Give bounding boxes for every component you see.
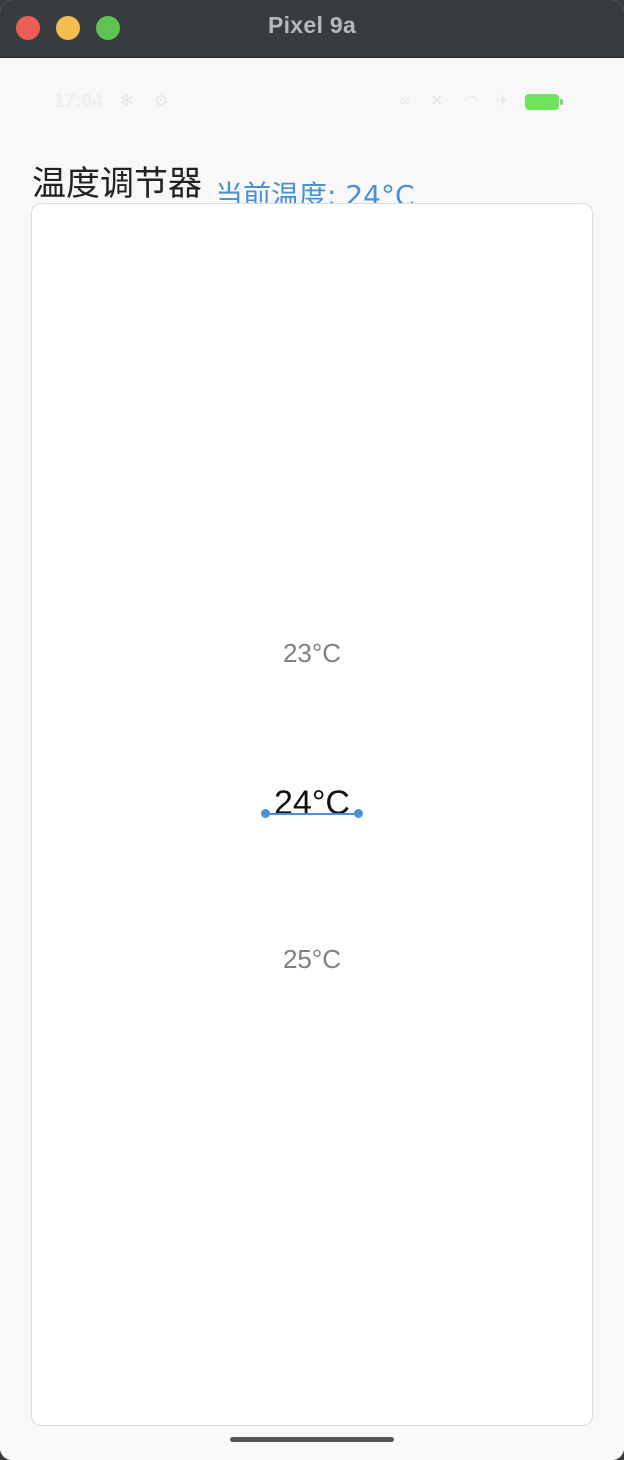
picker-option-23[interactable]: 23°C [32,638,592,669]
selection-handle-left [261,809,270,818]
battery-icon [525,94,563,110]
status-time: 17:04 [54,91,103,112]
selection-handle-right [354,809,363,818]
status-bar: 17:04 ✻ ⚙ ∞ ✕ ◠ ✈ [0,58,624,148]
temperature-picker[interactable]: 23°C 24°C 25°C [31,203,593,1426]
link-icon: ∞ [398,91,412,110]
window-title: Pixel 9a [267,12,357,38]
fan-icon: ✻ [120,91,134,110]
home-gesture-bar[interactable] [230,1437,394,1442]
mute-icon: ✕ [430,91,444,110]
airplane-icon: ✈ [496,91,510,110]
picker-option-selected[interactable]: 24°C [32,784,592,823]
page-title: 温度调节器 [32,164,202,204]
selection-indicator [265,813,359,815]
window-titlebar: Pixel 9a [0,0,624,58]
wifi-icon: ◠ [464,91,478,110]
picker-option-25[interactable]: 25°C [32,944,592,975]
emulator-window: Pixel 9a 17:04 ✻ ⚙ ∞ ✕ ◠ ✈ 温度调节器 当前温度: 2… [0,0,624,1460]
device-screen: 17:04 ✻ ⚙ ∞ ✕ ◠ ✈ 温度调节器 当前温度: 24°C 23°C … [0,58,624,1460]
settings-icon: ⚙ [154,91,169,110]
